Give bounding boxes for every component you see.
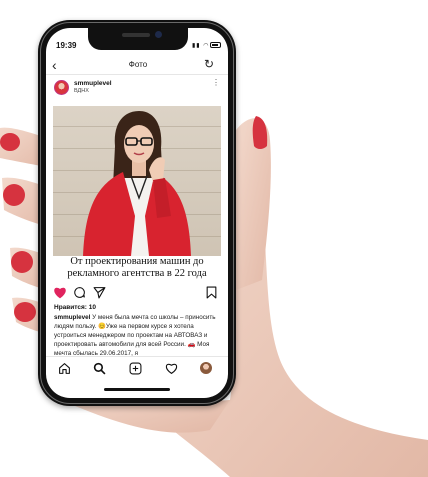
thumb-nail — [252, 116, 268, 149]
comment-icon[interactable] — [73, 286, 86, 299]
page-title: Фото — [128, 60, 148, 69]
finger-nail — [14, 302, 36, 322]
phone-notch — [88, 28, 188, 50]
finger-nail — [3, 184, 25, 206]
heart-icon[interactable] — [53, 286, 67, 299]
status-time: 19:39 — [56, 41, 77, 50]
search-icon[interactable] — [93, 362, 106, 375]
finger-nail — [11, 251, 33, 273]
more-options-icon[interactable]: ⋮ — [212, 79, 220, 87]
photo-caption-overlay: От проектирования машин до рекламного аг… — [53, 256, 221, 288]
battery-icon — [210, 42, 221, 48]
photo-caption-line: рекламного агентства в 22 года — [67, 268, 207, 279]
post-photo[interactable] — [53, 106, 221, 256]
caption-username[interactable]: smmuplevel — [54, 314, 90, 321]
refresh-icon[interactable]: ↻ — [204, 57, 214, 71]
front-camera — [155, 31, 162, 38]
finger-nail — [0, 133, 20, 151]
speaker-grille — [122, 33, 150, 37]
signal-wifi-icon: ▮▮ ◠ — [192, 43, 210, 49]
likes-count[interactable]: Нравится: 10 — [54, 304, 96, 311]
woman-portrait — [83, 111, 191, 256]
post-username[interactable]: smmuplevel — [74, 80, 112, 87]
activity-heart-icon[interactable] — [165, 362, 178, 375]
divider — [46, 356, 228, 357]
chevron-left-icon[interactable]: ‹ — [52, 58, 57, 72]
divider — [46, 74, 228, 75]
share-icon[interactable] — [93, 286, 106, 299]
bookmark-icon[interactable] — [206, 286, 217, 299]
avatar[interactable] — [54, 80, 69, 95]
post-caption: smmuplevel У меня была мечта со школы – … — [54, 313, 218, 358]
home-indicator — [104, 388, 170, 391]
post-location[interactable]: ВДНХ — [74, 88, 89, 94]
photo-caption-line: От проектирования машин до — [70, 256, 204, 267]
profile-avatar-icon[interactable] — [200, 362, 212, 374]
home-icon[interactable] — [58, 362, 71, 375]
add-post-icon[interactable] — [129, 362, 142, 375]
